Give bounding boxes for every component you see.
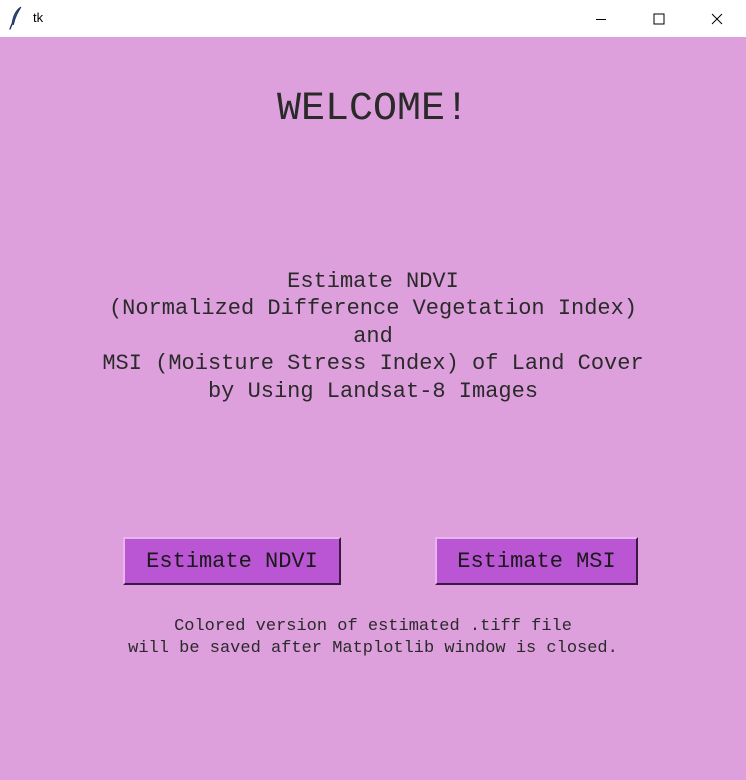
- save-note: Colored version of estimated .tiff file …: [0, 616, 746, 660]
- title-bar[interactable]: tk: [0, 0, 746, 37]
- app-window: tk WELCOME! Estimate NDVI (Normalized Di…: [0, 0, 746, 780]
- close-icon: [711, 13, 723, 24]
- description-line: and: [353, 323, 393, 349]
- window-title: tk: [33, 10, 44, 25]
- maximize-button[interactable]: [630, 0, 688, 37]
- description-text: Estimate NDVI (Normalized Difference Veg…: [0, 268, 746, 405]
- description-line: MSI (Moisture Stress Index) of Land Cove…: [102, 351, 644, 377]
- note-line: Colored version of estimated .tiff file: [174, 617, 572, 636]
- description-line: (Normalized Difference Vegetation Index): [108, 296, 638, 322]
- main-panel: WELCOME! Estimate NDVI (Normalized Diffe…: [0, 37, 746, 780]
- close-button[interactable]: [688, 0, 746, 37]
- estimate-msi-button[interactable]: Estimate MSI: [435, 537, 638, 585]
- feather-icon: [9, 6, 22, 30]
- description-line: Estimate NDVI: [287, 269, 459, 294]
- minimize-button[interactable]: [572, 0, 630, 37]
- minimize-icon: [596, 18, 606, 20]
- estimate-ndvi-button[interactable]: Estimate NDVI: [123, 537, 341, 585]
- note-line: will be saved after Matplotlib window is…: [128, 639, 618, 658]
- description-line: by Using Landsat-8 Images: [207, 378, 539, 404]
- maximize-icon: [653, 13, 665, 24]
- welcome-heading: WELCOME!: [276, 87, 470, 132]
